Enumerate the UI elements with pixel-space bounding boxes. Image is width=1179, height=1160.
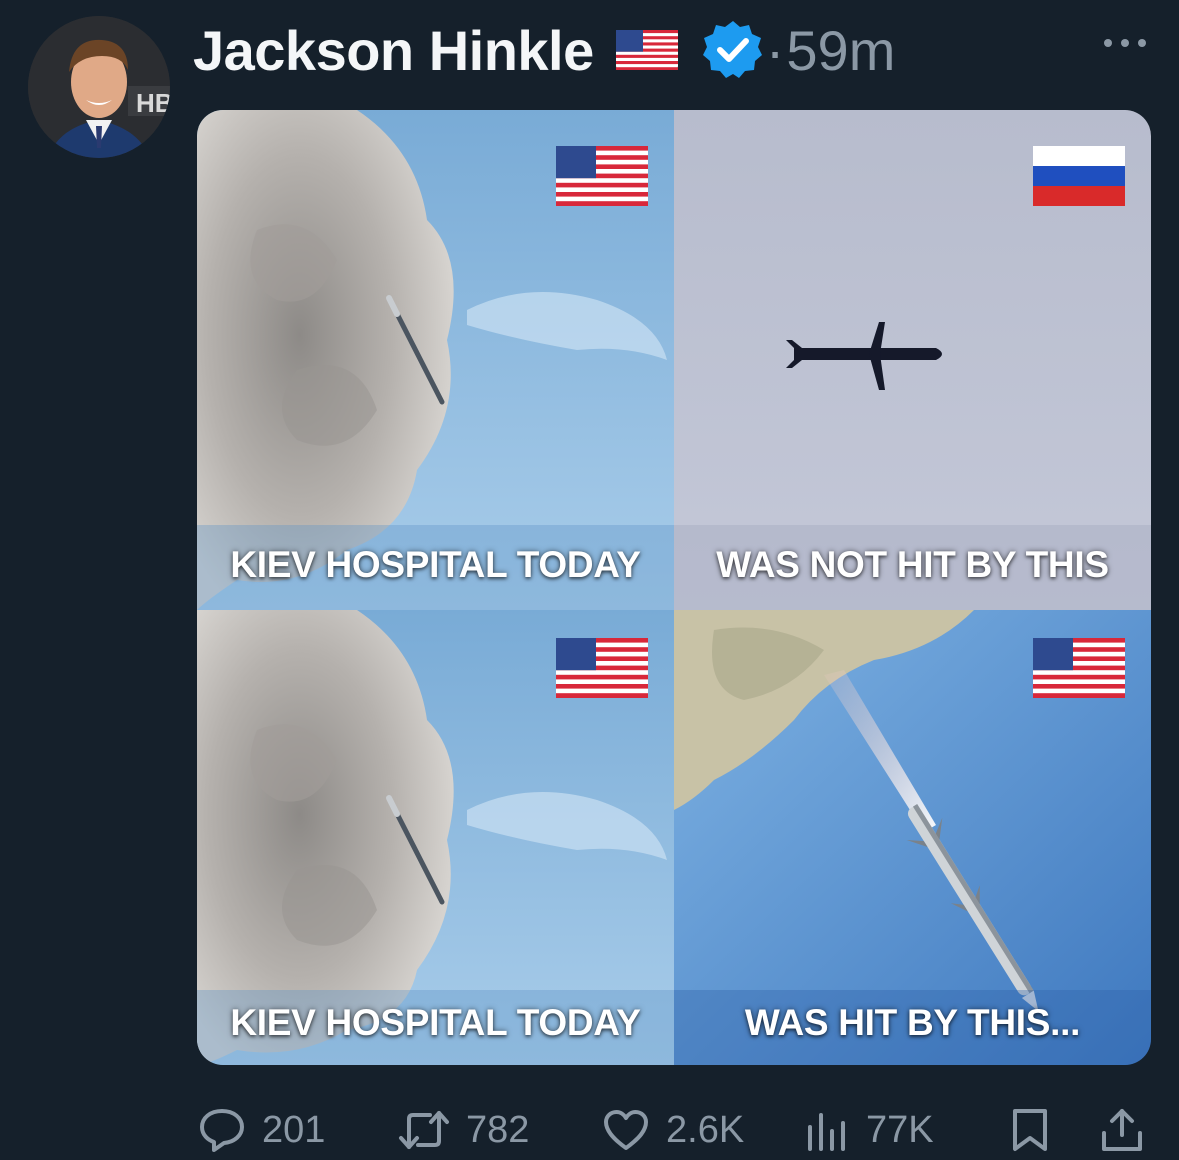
- us-flag-icon: [556, 638, 648, 698]
- avatar[interactable]: HB: [28, 16, 170, 158]
- bookmark-button[interactable]: [1010, 1100, 1050, 1160]
- repost-icon: [399, 1111, 449, 1149]
- bookmark-icon: [1013, 1109, 1047, 1151]
- more-options-icon[interactable]: [1100, 28, 1150, 58]
- media-panel-2: WAS NOT HIT BY THIS: [674, 110, 1151, 610]
- panel-caption: KIEV HOSPITAL TODAY: [230, 1002, 641, 1043]
- media-panel-3: KIEV HOSPITAL TODAY: [197, 610, 674, 1065]
- author-name[interactable]: Jackson Hinkle: [193, 18, 594, 83]
- heart-icon: [604, 1110, 648, 1150]
- reply-count: 201: [262, 1108, 326, 1151]
- views-analytics-icon: [808, 1113, 845, 1151]
- verified-badge-icon[interactable]: [702, 19, 764, 81]
- share-icon: [1102, 1109, 1142, 1151]
- views-count: 77K: [866, 1108, 934, 1151]
- russia-flag-icon: [1033, 146, 1125, 206]
- share-button[interactable]: [1100, 1100, 1144, 1160]
- svg-text:HB: HB: [136, 88, 170, 118]
- reply-button[interactable]: 201: [198, 1100, 325, 1160]
- post-time[interactable]: 59m: [786, 18, 895, 83]
- us-flag-icon: [556, 146, 648, 206]
- us-flag-icon: [1033, 638, 1125, 698]
- repost-button[interactable]: 782: [398, 1100, 529, 1160]
- post-media[interactable]: KIEV HOSPITAL TODAY WAS NOT HIT BY THIS …: [197, 110, 1151, 1065]
- like-count: 2.6K: [666, 1108, 745, 1151]
- reply-icon: [200, 1109, 244, 1152]
- repost-count: 782: [466, 1108, 530, 1151]
- views-button[interactable]: 77K: [806, 1100, 934, 1160]
- action-bar: 201 782 2.6K 77K: [0, 1100, 1179, 1160]
- separator-dot: ·: [765, 18, 785, 82]
- media-panel-1: KIEV HOSPITAL TODAY: [197, 110, 674, 610]
- us-flag-icon: [615, 30, 678, 70]
- post-header: Jackson Hinkle · 59m: [193, 10, 895, 90]
- panel-caption: KIEV HOSPITAL TODAY: [230, 544, 641, 585]
- panel-caption: WAS NOT HIT BY THIS: [716, 544, 1109, 585]
- panel-caption: WAS HIT BY THIS...: [744, 1002, 1081, 1043]
- like-button[interactable]: 2.6K: [602, 1100, 744, 1160]
- media-panel-4: WAS HIT BY THIS...: [674, 610, 1151, 1065]
- avatar-photo: HB: [28, 16, 170, 158]
